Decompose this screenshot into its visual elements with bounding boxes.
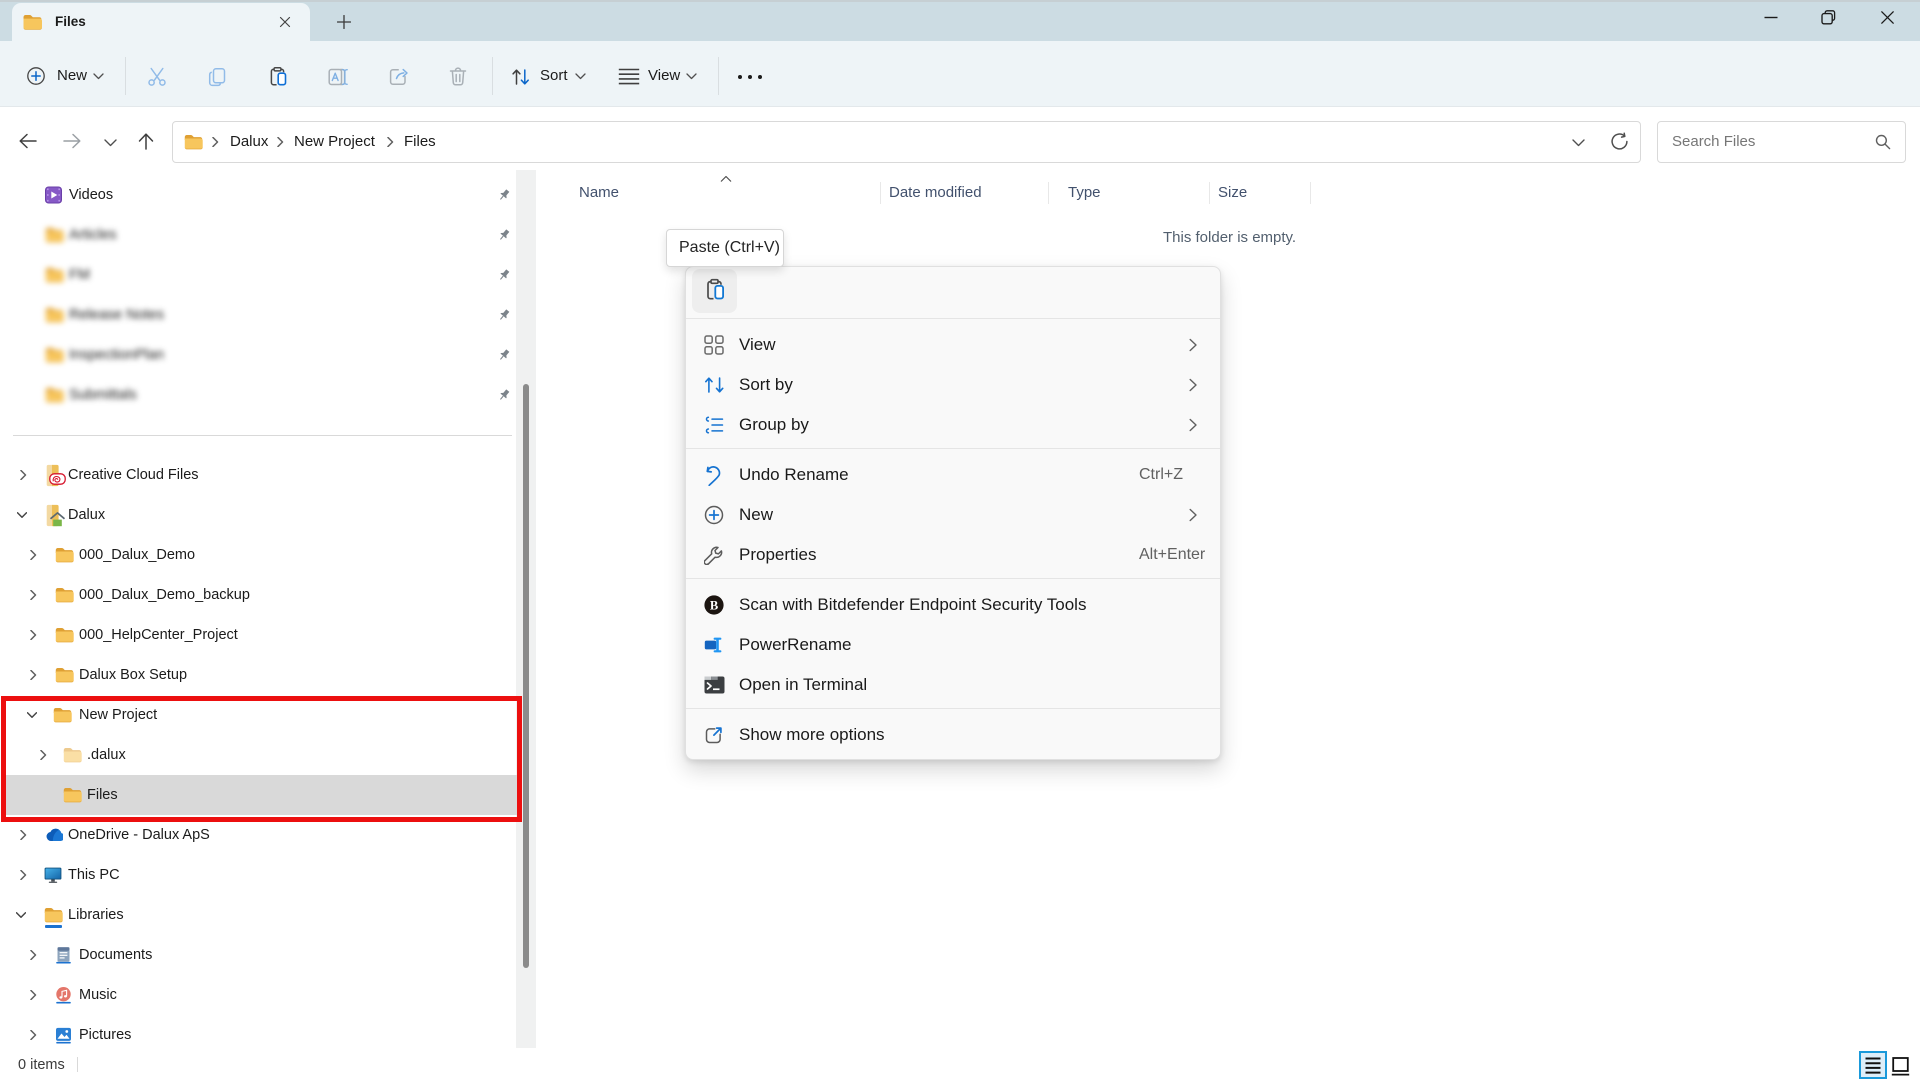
svg-text:B: B bbox=[710, 598, 718, 612]
